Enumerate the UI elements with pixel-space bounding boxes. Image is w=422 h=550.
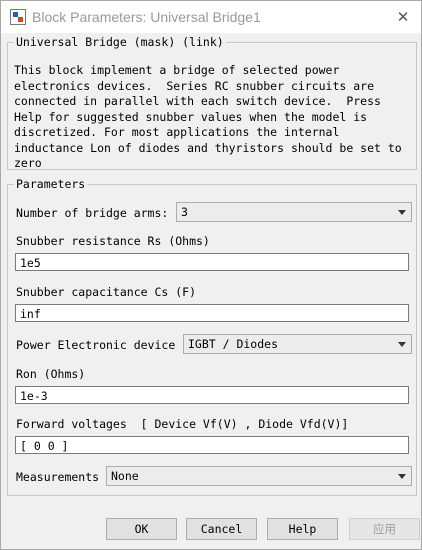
block-description: This block implement a bridge of selecte… bbox=[14, 63, 402, 170]
cancel-button[interactable]: Cancel bbox=[186, 518, 257, 540]
snubber-capacitance-label: Snubber capacitance Cs (F) bbox=[16, 285, 197, 299]
block-parameters-dialog: Block Parameters: Universal Bridge1 ✕ Un… bbox=[0, 0, 422, 550]
window-title: Block Parameters: Universal Bridge1 bbox=[32, 9, 261, 25]
measurements-label: Measurements bbox=[16, 470, 100, 484]
description-group-title: Universal Bridge (mask) (link) bbox=[14, 35, 226, 49]
bridge-arms-select[interactable]: 3 bbox=[176, 202, 412, 222]
forward-voltages-label: Forward voltages [ Device Vf(V) , Diode … bbox=[16, 417, 349, 431]
simulink-block-icon bbox=[10, 9, 26, 25]
parameters-group-title: Parameters bbox=[14, 177, 88, 191]
power-device-label: Power Electronic device bbox=[16, 338, 176, 352]
ok-button[interactable]: OK bbox=[106, 518, 177, 540]
apply-button[interactable]: 应用 bbox=[349, 518, 420, 540]
description-group: Universal Bridge (mask) (link) This bloc… bbox=[7, 35, 417, 170]
snubber-resistance-input[interactable]: 1e5 bbox=[15, 253, 409, 271]
bridge-arms-label: Number of bridge arms: bbox=[16, 206, 169, 220]
snubber-capacitance-input[interactable]: inf bbox=[15, 304, 409, 322]
close-icon[interactable]: ✕ bbox=[391, 6, 415, 28]
chevron-down-icon bbox=[398, 342, 406, 347]
title-bar[interactable]: Block Parameters: Universal Bridge1 ✕ bbox=[1, 1, 421, 33]
help-button[interactable]: Help bbox=[267, 518, 338, 540]
power-device-value: IGBT / Diodes bbox=[188, 337, 279, 351]
forward-voltages-input[interactable]: [ 0 0 ] bbox=[15, 436, 409, 454]
chevron-down-icon bbox=[398, 474, 406, 479]
measurements-select[interactable]: None bbox=[106, 466, 412, 486]
chevron-down-icon bbox=[398, 210, 406, 215]
ron-input[interactable]: 1e-3 bbox=[15, 386, 409, 404]
power-device-select[interactable]: IGBT / Diodes bbox=[183, 334, 412, 354]
snubber-resistance-label: Snubber resistance Rs (Ohms) bbox=[16, 234, 210, 248]
measurements-value: None bbox=[111, 469, 139, 483]
ron-label: Ron (Ohms) bbox=[16, 367, 86, 381]
bridge-arms-value: 3 bbox=[181, 205, 188, 219]
